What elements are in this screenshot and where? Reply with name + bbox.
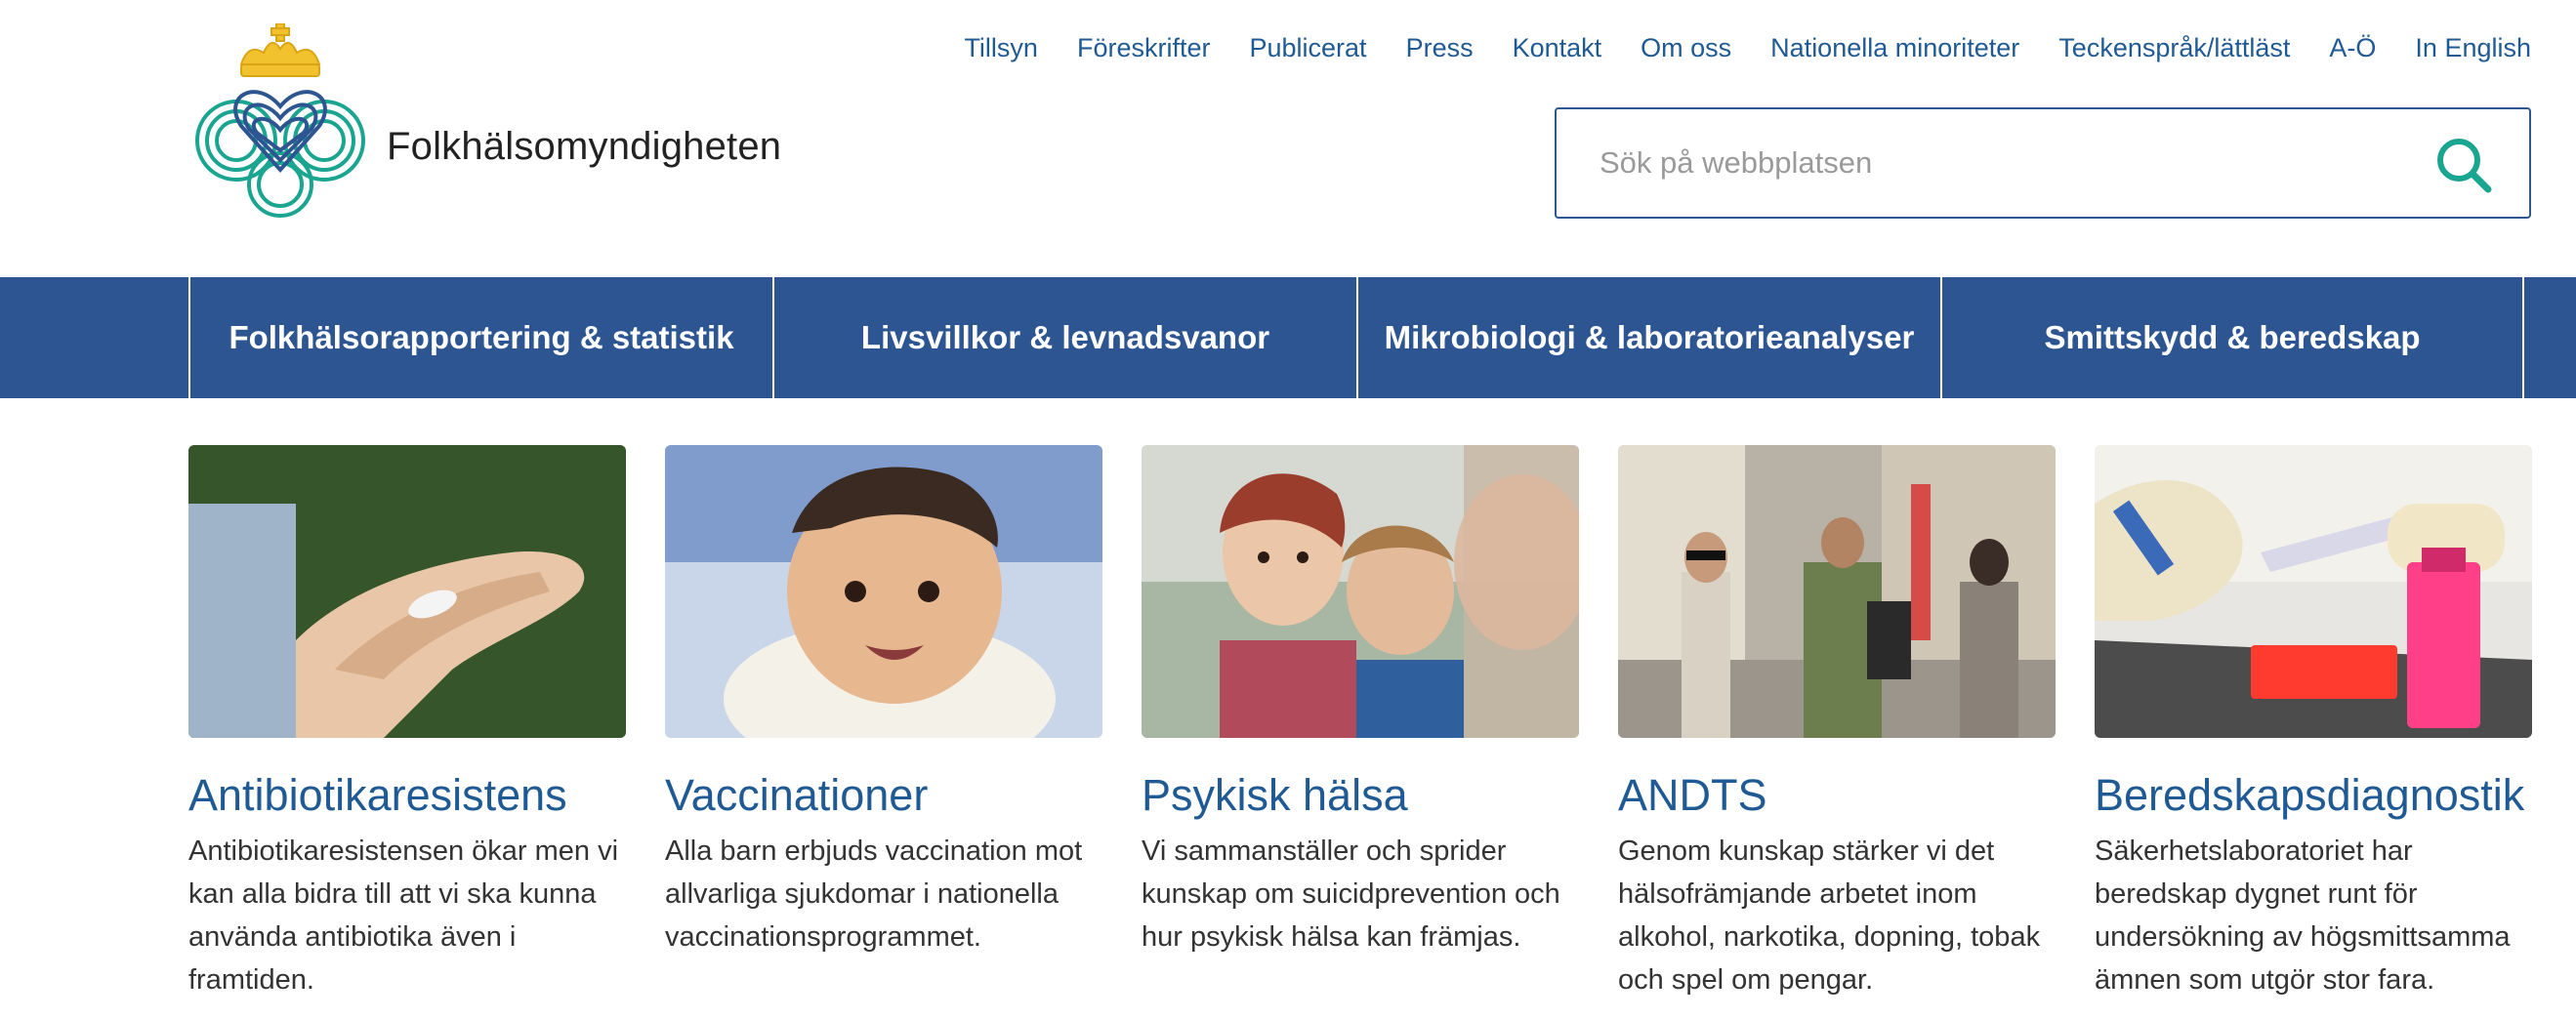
card-title[interactable]: Psykisk hälsa xyxy=(1142,771,1579,820)
card-description: Genom kunskap stärker vi det hälsofrämja… xyxy=(1618,835,2041,996)
topnav-tillsyn[interactable]: Tillsyn xyxy=(964,33,1038,63)
card-title[interactable]: ANDTS xyxy=(1618,771,2056,820)
topic-cards: Antibiotikaresistens Antibiotikaresisten… xyxy=(188,445,2532,1001)
top-navigation: Tillsyn Föreskrifter Publicerat Press Ko… xyxy=(964,33,2531,63)
topnav-press[interactable]: Press xyxy=(1406,33,1474,63)
card-description: Antibiotikaresistensen ökar men vi kan a… xyxy=(188,835,619,996)
card-beredskapsdiagnostik[interactable]: Beredskapsdiagnostik Säkerhetslaboratori… xyxy=(2095,445,2532,1001)
main-navigation: Folkhälsorapportering & statistik Livsvi… xyxy=(0,277,2576,398)
card-antibiotikaresistens[interactable]: Antibiotikaresistens Antibiotikaresisten… xyxy=(188,445,626,1001)
site-name: Folkhälsomyndigheten xyxy=(387,125,782,168)
topnav-a-o[interactable]: A-Ö xyxy=(2329,33,2376,63)
topnav-teckensprak-lattlast[interactable]: Teckenspråk/lättläst xyxy=(2058,33,2290,63)
card-description: Alla barn erbjuds vaccination mot allvar… xyxy=(665,835,1083,953)
mainnav-mikrobiologi[interactable]: Mikrobiologi & laboratorieanalyser xyxy=(1356,277,1940,398)
topnav-in-english[interactable]: In English xyxy=(2415,33,2531,63)
mainnav-smittskydd[interactable]: Smittskydd & beredskap xyxy=(1940,277,2524,398)
card-image-young-people[interactable] xyxy=(1142,445,1579,738)
card-title[interactable]: Vaccinationer xyxy=(665,771,1102,820)
home-logo-link[interactable] xyxy=(187,23,373,219)
card-description: Vi sammanställer och sprider kunskap om … xyxy=(1142,835,1560,953)
crown-heart-logo-icon xyxy=(195,23,365,218)
card-vaccinationer[interactable]: Vaccinationer Alla barn erbjuds vaccinat… xyxy=(665,445,1102,1001)
card-psykisk-halsa[interactable]: Psykisk hälsa Vi sammanställer och sprid… xyxy=(1142,445,1579,1001)
search-icon[interactable] xyxy=(2435,137,2492,193)
page: Folkhälsomyndigheten Tillsyn Föreskrifte… xyxy=(0,0,2576,1019)
search-box xyxy=(1555,107,2531,219)
mainnav-folkhalsorapportering[interactable]: Folkhälsorapportering & statistik xyxy=(188,277,772,398)
topnav-publicerat[interactable]: Publicerat xyxy=(1249,33,1366,63)
card-title[interactable]: Antibiotikaresistens xyxy=(188,771,626,820)
topnav-om-oss[interactable]: Om oss xyxy=(1641,33,1731,63)
mainnav-livsvillkor[interactable]: Livsvillkor & levnadsvanor xyxy=(772,277,1356,398)
card-description: Säkerhetslaboratoriet har beredskap dygn… xyxy=(2095,835,2511,996)
card-image-hand-with-pill[interactable] xyxy=(188,445,626,738)
card-image-laboratory[interactable] xyxy=(2095,445,2532,738)
topnav-kontakt[interactable]: Kontakt xyxy=(1513,33,1602,63)
card-title[interactable]: Beredskapsdiagnostik xyxy=(2095,771,2532,820)
topnav-foreskrifter[interactable]: Föreskrifter xyxy=(1077,33,1211,63)
card-andts[interactable]: ANDTS Genom kunskap stärker vi det hälso… xyxy=(1618,445,2056,1001)
topnav-nationella-minoriteter[interactable]: Nationella minoriteter xyxy=(1770,33,2019,63)
search-input[interactable] xyxy=(1598,144,2344,182)
card-image-street-scene[interactable] xyxy=(1618,445,2056,738)
card-image-smiling-baby[interactable] xyxy=(665,445,1102,738)
